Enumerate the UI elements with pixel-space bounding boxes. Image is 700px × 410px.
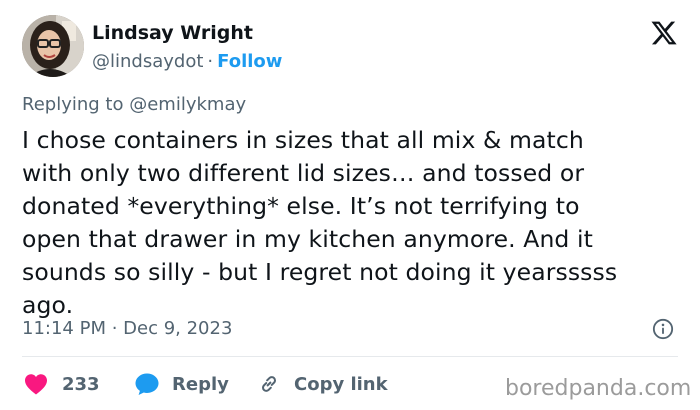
- author-meta: @lindsaydot · Follow: [92, 51, 282, 72]
- link-icon: [262, 376, 276, 392]
- replying-handle[interactable]: @emilykmay: [129, 94, 246, 115]
- reply-bubble-icon: [135, 373, 159, 395]
- replying-to: Replying to @emilykmay: [22, 94, 246, 115]
- x-logo-icon[interactable]: [650, 19, 678, 47]
- tweet-text-line: sounds so silly - but I regret not doing…: [22, 258, 618, 286]
- tweet-card: Lindsay Wright @lindsaydot · Follow Replyi…: [0, 0, 700, 410]
- watermark: boredpanda.com: [505, 376, 692, 401]
- info-icon[interactable]: [652, 318, 674, 340]
- author-name[interactable]: Lindsay Wright: [92, 22, 253, 44]
- reply-label: Reply: [172, 373, 229, 395]
- tweet-text-line: with only two different lid sizes… and t…: [22, 159, 585, 187]
- reply-button[interactable]: Reply: [134, 369, 229, 399]
- tweet-text-line: I chose containers in sizes that all mix…: [22, 126, 584, 154]
- meta-separator: ·: [207, 51, 214, 72]
- author-handle[interactable]: @lindsaydot: [92, 51, 203, 72]
- avatar[interactable]: [22, 15, 84, 77]
- avatar-photo: [22, 15, 84, 77]
- replying-prefix: Replying to: [22, 94, 124, 115]
- tweet-header: Lindsay Wright @lindsaydot · Follow: [22, 15, 678, 79]
- tweet-text: I chose containers in sizes that all mix…: [22, 124, 682, 322]
- heart-icon: [25, 374, 47, 395]
- tweet-text-line: open that drawer in my kitchen anymore. …: [22, 225, 593, 253]
- tweet-timestamp[interactable]: 11:14 PM · Dec 9, 2023: [22, 318, 232, 339]
- like-button[interactable]: 233: [24, 369, 100, 399]
- copy-link-button[interactable]: Copy link: [258, 369, 388, 399]
- tweet-text-line: donated *everything* else. It’s not terr…: [22, 192, 580, 220]
- follow-button[interactable]: Follow: [217, 51, 282, 72]
- copy-link-label: Copy link: [294, 373, 388, 395]
- divider: [22, 356, 678, 357]
- like-count: 233: [62, 373, 100, 395]
